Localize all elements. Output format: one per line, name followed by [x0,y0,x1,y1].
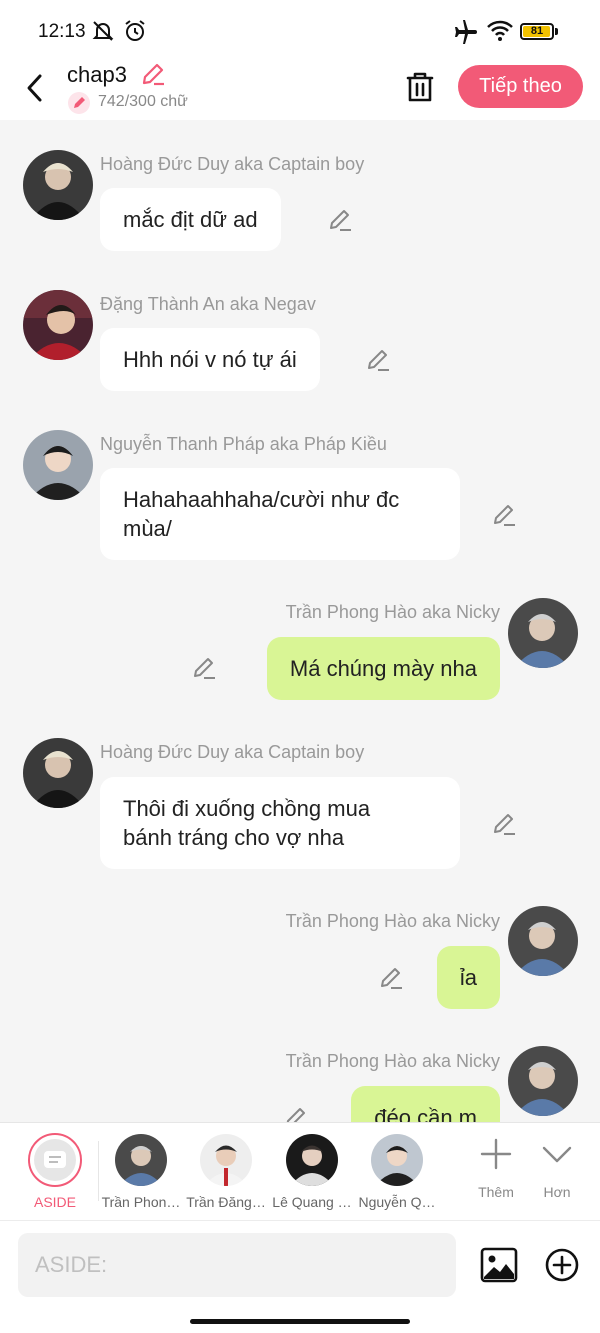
avatar-captain-boy[interactable] [23,150,93,220]
divider [98,1141,99,1201]
less-label[interactable]: Hơn [527,1184,587,1200]
character-bar: ASIDE Trần Phon… Trần Đăng… Lê Quang … N… [0,1122,600,1220]
character-avatar-le-quang[interactable] [286,1134,338,1186]
chevron-down-icon[interactable] [540,1137,574,1171]
wifi-icon [487,20,513,41]
status-time: 12:13 [38,21,86,42]
message-text-line: mùa/ [123,516,172,541]
avatar-nicky[interactable] [508,598,578,668]
edit-message-icon[interactable] [365,347,391,373]
character-name: Nguyễn Q… [358,1194,436,1210]
message-bubble[interactable]: Hahahaahhaha/cười như đc mùa/ [100,468,460,560]
chapter-title: chap3 [67,62,127,87]
character-avatar-tran-dang[interactable] [200,1134,252,1186]
avatar-captain-boy[interactable] [23,738,93,808]
edit-message-icon[interactable] [491,502,517,528]
message-text-line: Hhh nói v nó tự ái [123,347,297,372]
message-bubble[interactable]: Hhh nói v nó tự ái [100,328,320,391]
add-circle-icon[interactable] [544,1247,580,1283]
message-bubble[interactable]: ỉa [436,946,500,1009]
message-sender: Hoàng Đức Duy aka Captain boy [100,154,365,174]
message-text-line: Má chúng mày nha [289,656,477,681]
character-avatar-tran-phong-hao[interactable] [115,1134,167,1186]
home-indicator[interactable] [190,1319,410,1324]
message-bubble[interactable]: mắc địt dữ ad [100,188,281,251]
aside-label: ASIDE [33,1194,76,1210]
next-button[interactable]: Tiếp theo [458,65,583,108]
notifications-muted-icon [92,21,114,41]
delete-button[interactable] [402,68,438,106]
edit-message-icon[interactable] [378,965,404,991]
editor-header: chap3 742/300 chữ Tiếp theo [0,61,600,120]
message-text-line: mắc địt dữ ad [123,207,258,232]
edit-message-icon[interactable] [191,655,217,681]
battery-icon: 81 [520,23,554,40]
message-sender: Trần Phong Hào aka Nicky [285,602,500,622]
message-sender: Đặng Thành An aka Negav [100,294,316,314]
edit-message-icon[interactable] [491,811,517,837]
battery-level: 81 [530,25,544,37]
character-name: Lê Quang … [272,1194,352,1210]
message-bubble[interactable]: Má chúng mày nha [266,637,500,700]
battery-tip [555,28,558,35]
alarm-icon [125,20,145,41]
image-icon[interactable] [480,1247,518,1283]
avatar-nicky[interactable] [508,906,578,976]
message-bubble[interactable]: Thôi đi xuống chồng mua bánh tráng cho v… [100,777,460,869]
message-sender: Hoàng Đức Duy aka Captain boy [100,742,365,762]
message-sender: Trần Phong Hào aka Nicky [285,1051,500,1071]
plus-icon[interactable] [479,1137,513,1171]
message-text-line: bánh tráng cho vợ nha [123,825,345,850]
message-text-line: ỉa [459,965,477,990]
message-input[interactable] [18,1233,456,1297]
edit-message-icon[interactable] [327,207,353,233]
more-label[interactable]: Thêm [466,1184,526,1200]
aside-icon [44,1151,66,1168]
avatar-negav[interactable] [23,290,93,360]
airplane-mode-icon [455,20,477,44]
message-text-line: Hahahaahhaha/cười như đc [123,487,400,512]
character-name: Trần Đăng… [186,1194,266,1210]
avatar-nicky[interactable] [508,1046,578,1116]
chat-area: Hoàng Đức Duy aka Captain boy mắc địt dữ… [0,120,600,1122]
character-avatar-nguyen-q[interactable] [371,1134,423,1186]
message-sender: Trần Phong Hào aka Nicky [285,911,500,931]
message-text-line: Thôi đi xuống chồng mua [123,796,371,821]
edit-message-icon[interactable] [283,1105,309,1122]
message-bubble[interactable]: đéo cần m [351,1086,500,1122]
character-name: Trần Phon… [101,1194,181,1210]
input-bar [0,1220,600,1333]
avatar-phap-kieu[interactable] [23,430,93,500]
message-text-line: đéo cần m [374,1105,477,1122]
word-count: 742/300 chữ [98,93,188,110]
status-bar: 12:13 81 [0,0,600,64]
word-count-icon [68,92,90,114]
back-button[interactable] [18,68,54,108]
message-sender: Nguyễn Thanh Pháp aka Pháp Kiều [100,434,387,454]
aside-button[interactable] [28,1133,82,1187]
edit-title-icon[interactable] [140,61,166,87]
